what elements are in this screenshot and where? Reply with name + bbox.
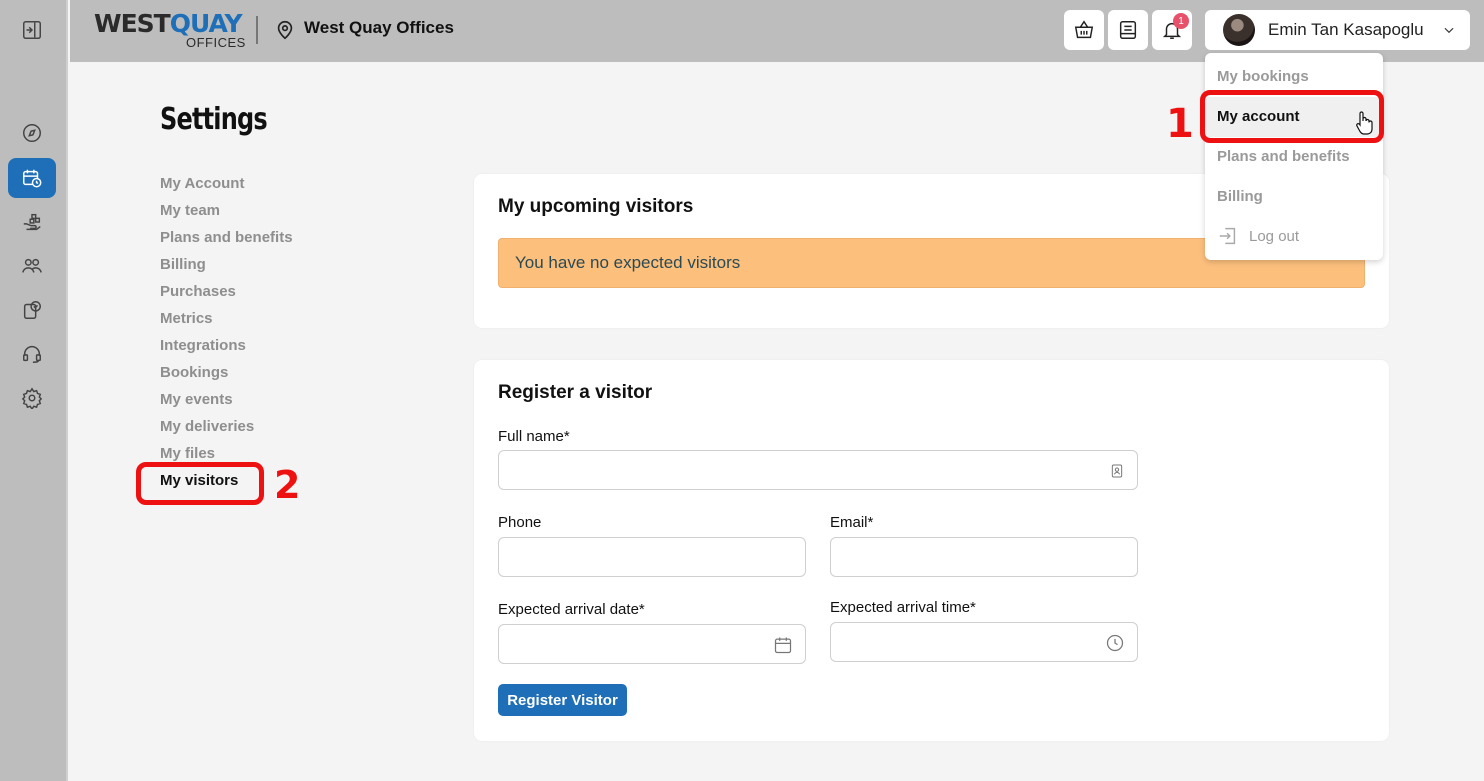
location-name[interactable]: West Quay Offices <box>304 18 454 38</box>
arrival-time-label: Expected arrival time* <box>830 599 976 616</box>
location-pin-icon <box>277 20 293 40</box>
clipboard-check-icon[interactable] <box>8 290 56 330</box>
nav-item-my-deliveries[interactable]: My deliveries <box>160 417 293 444</box>
user-name: Emin Tan Kasapoglu <box>1268 20 1424 39</box>
brand-logo[interactable]: WESTQUAY OFFICES <box>94 10 245 52</box>
nav-item-plans[interactable]: Plans and benefits <box>160 228 293 255</box>
logout-icon <box>1219 227 1236 245</box>
settings-nav: My Account My team Plans and benefits Bi… <box>160 174 293 498</box>
contact-card-icon <box>1111 464 1123 478</box>
phone-field[interactable] <box>498 537 806 577</box>
menu-item-my-bookings[interactable]: My bookings <box>1217 68 1309 85</box>
hand-boxes-icon[interactable] <box>8 202 56 242</box>
list-icon <box>1119 21 1137 39</box>
notification-badge: 1 <box>1173 13 1189 29</box>
step-number-2: 2 <box>274 463 301 507</box>
compass-icon[interactable] <box>8 113 56 153</box>
page-title: Settings <box>160 102 268 137</box>
nav-item-purchases[interactable]: Purchases <box>160 282 293 309</box>
nav-item-metrics[interactable]: Metrics <box>160 309 293 336</box>
user-dropdown-menu: My bookings My account Plans and benefit… <box>1205 53 1383 260</box>
nav-item-my-team[interactable]: My team <box>160 201 293 228</box>
full-name-field[interactable] <box>498 450 1138 490</box>
hand-cursor-icon <box>1356 111 1373 135</box>
nav-item-my-account[interactable]: My Account <box>160 174 293 201</box>
user-menu-button[interactable]: Emin Tan Kasapoglu <box>1205 10 1470 50</box>
phone-label: Phone <box>498 514 542 531</box>
list-button[interactable] <box>1108 10 1148 50</box>
gear-icon[interactable] <box>8 378 56 418</box>
arrival-time-field[interactable] <box>830 622 1138 662</box>
arrival-date-label: Expected arrival date* <box>498 601 645 618</box>
left-rail <box>0 0 68 781</box>
nav-item-integrations[interactable]: Integrations <box>160 336 293 363</box>
register-visitor-title: Register a visitor <box>498 382 653 403</box>
full-name-label: Full name* <box>498 428 570 445</box>
menu-item-log-out[interactable]: Log out <box>1249 228 1299 245</box>
nav-item-bookings[interactable]: Bookings <box>160 363 293 390</box>
register-visitor-button[interactable]: Register Visitor <box>498 684 627 716</box>
clock-icon <box>1106 634 1124 652</box>
step-number-1: 1 <box>1166 101 1194 147</box>
arrival-date-field[interactable] <box>498 624 806 664</box>
highlight-box-step-2 <box>136 462 264 505</box>
menu-item-plans[interactable]: Plans and benefits <box>1217 148 1350 165</box>
sidebar-expand-icon[interactable] <box>8 10 56 50</box>
calendar-icon <box>774 637 792 654</box>
calendar-clock-icon[interactable] <box>8 158 56 198</box>
basket-button[interactable] <box>1064 10 1104 50</box>
chevron-down-icon <box>1444 27 1454 34</box>
nav-item-billing[interactable]: Billing <box>160 255 293 282</box>
headset-icon[interactable] <box>8 334 56 374</box>
email-label: Email* <box>830 514 874 531</box>
notifications-button[interactable]: 1 <box>1152 10 1192 50</box>
register-visitor-card: Register a visitor Full name* Phone Emai… <box>474 360 1389 741</box>
basket-icon <box>1074 20 1094 39</box>
nav-item-my-events[interactable]: My events <box>160 390 293 417</box>
upcoming-visitors-title: My upcoming visitors <box>498 196 694 217</box>
menu-item-billing[interactable]: Billing <box>1217 188 1263 205</box>
divider <box>256 16 258 44</box>
avatar <box>1223 14 1255 46</box>
alert-text: You have no expected visitors <box>515 253 741 272</box>
email-field[interactable] <box>830 537 1138 577</box>
people-icon[interactable] <box>8 246 56 286</box>
